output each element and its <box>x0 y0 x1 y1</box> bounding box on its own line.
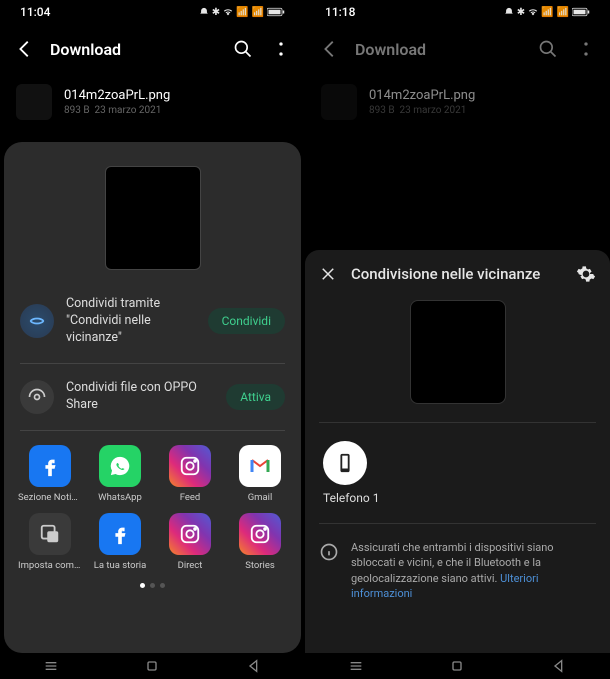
nav-recents-icon[interactable] <box>43 658 59 674</box>
nav-recents-icon[interactable] <box>348 658 364 674</box>
share-app-set-image[interactable]: Imposta come immagine del ... <box>18 513 82 571</box>
wifi-icon <box>528 7 538 17</box>
share-app-whatsapp[interactable]: WhatsApp <box>88 445 152 503</box>
nearby-sheet-header: Condivisione nelle vicinanze <box>305 250 610 294</box>
clock: 11:18 <box>325 5 355 19</box>
more-icon[interactable] <box>271 39 291 59</box>
file-meta: 893 B 23 marzo 2021 <box>369 105 475 116</box>
back-icon[interactable] <box>319 38 341 60</box>
device-name: Telefono 1 <box>323 491 379 505</box>
search-icon[interactable] <box>538 39 558 59</box>
nav-back-icon[interactable] <box>246 658 262 674</box>
wifi-icon <box>223 7 233 17</box>
file-name: 014m2zoaPrL.png <box>64 88 170 103</box>
app-bar: Download <box>0 24 305 74</box>
file-thumbnail <box>16 84 52 120</box>
oppo-share-row[interactable]: Condividi file con OPPO Share Attiva <box>4 368 301 426</box>
info-text: Assicurati che entrambi i dispositivi si… <box>351 540 596 602</box>
page-indicator <box>4 583 301 588</box>
status-bar: 11:04 ✱ 📶📶 <box>0 0 305 24</box>
share-app-instagram[interactable]: Feed <box>158 445 222 503</box>
phone-right: 11:18 ✱ 📶📶 Download 014m2zoaPrL.png 893 … <box>305 0 610 679</box>
dnd-icon <box>199 7 209 17</box>
battery-icon <box>267 7 285 17</box>
share-app-grid: Sezione Notizie WhatsApp Feed Gmail Impo… <box>4 435 301 575</box>
status-bar: 11:18 ✱ 📶📶 <box>305 0 610 24</box>
share-sheet: Condividi tramite"Condividi nelle vicina… <box>4 142 301 653</box>
file-thumbnail <box>321 84 357 120</box>
image-preview <box>410 300 506 404</box>
info-icon <box>319 542 339 562</box>
file-row[interactable]: 014m2zoaPrL.png 893 B 23 marzo 2021 <box>0 74 305 130</box>
nav-back-icon[interactable] <box>551 658 567 674</box>
back-icon[interactable] <box>14 38 36 60</box>
gear-icon[interactable] <box>576 264 596 284</box>
divider <box>20 363 285 364</box>
battery-icon <box>572 7 590 17</box>
clock: 11:04 <box>20 5 50 19</box>
oppo-share-icon <box>20 380 54 414</box>
search-icon[interactable] <box>233 39 253 59</box>
share-app-facebook[interactable]: Sezione Notizie <box>18 445 82 503</box>
nearby-share-icon <box>20 304 54 338</box>
nav-bar <box>305 653 610 679</box>
oppo-share-button[interactable]: Attiva <box>226 384 285 410</box>
nav-bar <box>0 653 305 679</box>
nearby-share-button[interactable]: Condividi <box>208 308 285 334</box>
image-preview <box>105 166 201 270</box>
page-title: Download <box>355 40 520 59</box>
nav-home-icon[interactable] <box>449 658 465 674</box>
file-row[interactable]: 014m2zoaPrL.png 893 B 23 marzo 2021 <box>305 74 610 130</box>
dnd-icon <box>504 7 514 17</box>
more-icon[interactable] <box>576 39 596 59</box>
nearby-device[interactable]: Telefono 1 <box>305 427 610 519</box>
file-name: 014m2zoaPrL.png <box>369 88 475 103</box>
info-row: Assicurati che entrambi i dispositivi si… <box>305 528 610 618</box>
oppo-share-label: Condividi file con OPPO Share <box>66 380 214 414</box>
page-title: Download <box>50 40 215 59</box>
nearby-share-label: Condividi tramite"Condividi nelle vicina… <box>66 296 196 347</box>
nearby-sheet: Condivisione nelle vicinanze Telefono 1 … <box>305 250 610 653</box>
share-app-instagram-stories[interactable]: Stories <box>228 513 292 571</box>
share-app-instagram-direct[interactable]: Direct <box>158 513 222 571</box>
divider <box>319 422 596 423</box>
status-icons: ✱ 📶📶 <box>504 7 590 18</box>
nearby-share-row[interactable]: Condividi tramite"Condividi nelle vicina… <box>4 284 301 359</box>
nearby-sheet-title: Condivisione nelle vicinanze <box>351 265 562 283</box>
share-app-facebook-story[interactable]: La tua storia <box>88 513 152 571</box>
divider <box>20 430 285 431</box>
phone-icon <box>323 441 367 485</box>
share-app-gmail[interactable]: Gmail <box>228 445 292 503</box>
nav-home-icon[interactable] <box>144 658 160 674</box>
status-icons: ✱ 📶📶 <box>199 7 285 18</box>
divider <box>319 523 596 524</box>
phone-left: 11:04 ✱ 📶📶 Download 014m2zoaPrL.png 893 … <box>0 0 305 679</box>
app-bar: Download <box>305 24 610 74</box>
close-icon[interactable] <box>319 265 337 283</box>
file-meta: 893 B 23 marzo 2021 <box>64 105 170 116</box>
